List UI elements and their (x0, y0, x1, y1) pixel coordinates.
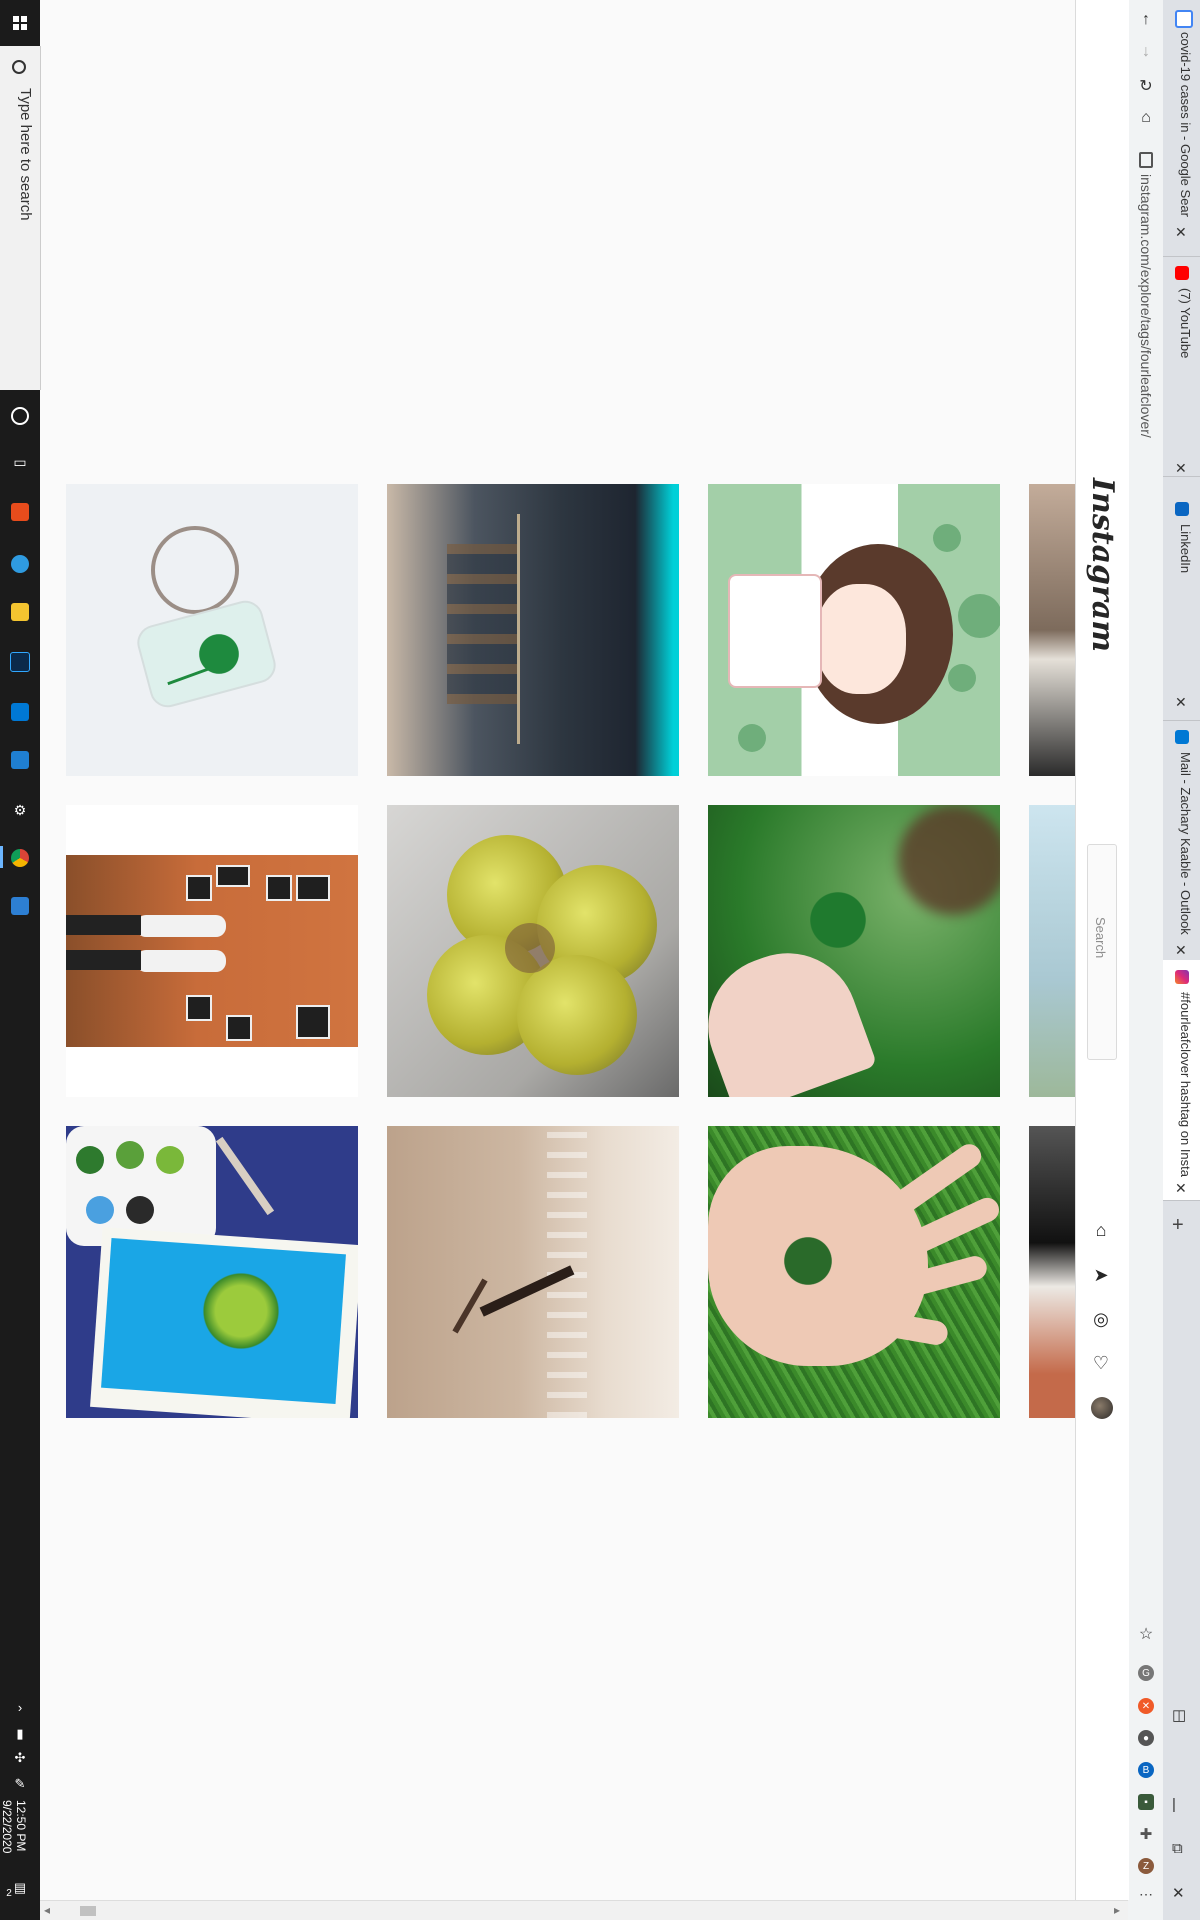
file-explorer-icon[interactable] (8, 600, 32, 624)
tab-close-icon[interactable]: ✕ (1175, 942, 1187, 959)
extension-g-icon[interactable]: G (1138, 1665, 1154, 1681)
search-icon (12, 60, 26, 74)
address-bar[interactable]: instagram.com/explore/tags/fourleafclove… (1136, 150, 1156, 1610)
instagram-icon (1175, 970, 1189, 984)
notification-count-badge: 2 (6, 1888, 12, 1899)
address-url: instagram.com/explore/tags/fourleafclove… (1138, 174, 1154, 438)
tab-title: (7) YouTube (1178, 288, 1193, 359)
tab-close-icon[interactable]: ✕ (1175, 1180, 1187, 1197)
post-palm-with-clover[interactable] (708, 1126, 1000, 1418)
direct-messages-icon[interactable]: ➤ (1090, 1264, 1112, 1286)
tab-close-icon[interactable]: ✕ (1175, 694, 1187, 711)
chrome-icon[interactable] (8, 846, 32, 870)
show-hidden-icons-chevron-icon[interactable]: › (4, 1700, 36, 1715)
post-partial-book[interactable] (1029, 484, 1075, 776)
scroll-right-arrow-icon[interactable]: ▸ (1114, 1903, 1120, 1917)
post-beach-yoga[interactable] (387, 1126, 679, 1418)
post-clover-painting[interactable] (66, 1126, 358, 1418)
tab-google[interactable]: covid-19 cases in - Google Sear ✕ (1163, 0, 1200, 257)
clock-date: 9/22/2020 (0, 1800, 14, 1854)
activity-heart-icon[interactable]: ♡ (1090, 1352, 1112, 1374)
windows-logo-icon (13, 16, 27, 30)
post-dried-yellow-clover[interactable] (387, 805, 679, 1097)
extensions-puzzle-icon[interactable]: ✚ (1138, 1826, 1154, 1843)
youtube-icon (1175, 266, 1189, 280)
post-partial-dog[interactable] (1029, 1126, 1075, 1418)
taskbar-search-box[interactable]: Type here to search (0, 46, 41, 390)
azure-icon[interactable] (8, 700, 32, 724)
home-icon[interactable]: ⌂ (1090, 1219, 1112, 1241)
extension-x-icon[interactable]: ✕ (1138, 1698, 1154, 1714)
profile-avatar[interactable] (1091, 1397, 1113, 1419)
post-couple-photo-wall[interactable] (66, 805, 358, 1097)
linkedin-icon (1175, 502, 1189, 516)
office-icon[interactable] (8, 500, 32, 524)
home-icon[interactable]: ⌂ (1136, 108, 1156, 128)
lock-icon (1139, 152, 1153, 168)
minimize-icon[interactable]: | (1172, 1796, 1176, 1813)
taskbar-search-placeholder: Type here to search (17, 88, 34, 221)
clock-time: 12:50 PM (14, 1800, 28, 1852)
new-tab-button[interactable]: + (1172, 1214, 1184, 1237)
scrollbar-thumb[interactable] (80, 1906, 96, 1916)
restore-icon[interactable]: ⧉ (1172, 1840, 1183, 1857)
active-app-indicator (0, 846, 3, 868)
tab-title: Mail - Zachary Kaable - Outlook (1178, 752, 1193, 935)
extension-screen-icon[interactable]: ▪ (1138, 1794, 1154, 1810)
post-keychain-clover[interactable] (66, 484, 358, 776)
tab-title: covid-19 cases in - Google Sear (1178, 32, 1193, 217)
vscode-icon[interactable] (8, 894, 32, 918)
post-fourleaf-clover-store[interactable] (387, 484, 679, 776)
more-menu-icon[interactable]: ⋯ (1138, 1886, 1154, 1902)
window-close-icon[interactable]: ✕ (1172, 1884, 1185, 1902)
post-anime-girl-clovers[interactable] (708, 484, 1000, 776)
extension-circle-icon[interactable]: ● (1138, 1730, 1154, 1746)
edge-icon[interactable] (8, 552, 32, 576)
outlook-icon (1175, 730, 1189, 744)
taskbar-clock[interactable]: 12:50 PM 9/22/2020 (0, 1800, 28, 1920)
cortana-icon[interactable] (8, 404, 32, 428)
network-icon[interactable]: ✣ (4, 1750, 36, 1766)
instagram-search-input[interactable]: Search (1087, 844, 1117, 1060)
scroll-left-arrow-icon[interactable]: ◂ (44, 1903, 50, 1917)
battery-icon[interactable]: ▮ (4, 1726, 36, 1742)
tab-close-icon[interactable]: ✕ (1175, 460, 1187, 477)
start-button[interactable] (0, 0, 40, 46)
reload-icon[interactable]: ↻ (1136, 76, 1156, 96)
tab-search-icon[interactable]: ◫ (1172, 1706, 1186, 1724)
tab-outlook[interactable]: Mail - Zachary Kaable - Outlook ✕ (1163, 720, 1200, 961)
back-arrow-icon[interactable]: ↑ (1136, 10, 1156, 30)
tab-instagram[interactable]: #fourleafclover hashtag on Insta ✕ (1163, 960, 1200, 1201)
tab-linkedin[interactable]: LinkedIn ✕ (1163, 492, 1200, 721)
volume-icon[interactable]: ✎ (4, 1776, 36, 1792)
remote-desktop-icon[interactable] (8, 748, 32, 772)
task-view-icon[interactable]: ▭ (8, 450, 32, 474)
explore-compass-icon[interactable]: ◎ (1090, 1308, 1112, 1330)
instagram-logo[interactable]: Instagram (1085, 478, 1120, 652)
forward-arrow-icon[interactable]: ↓ (1136, 42, 1156, 62)
windows-taskbar: Type here to search ▭ ⚙ › ▮ ✣ ✎ 12:50 PM… (0, 0, 41, 1920)
tab-title: #fourleafclover hashtag on Insta (1178, 992, 1193, 1178)
tab-close-icon[interactable]: ✕ (1175, 224, 1187, 241)
post-partial-sky[interactable] (1029, 805, 1075, 1097)
profile-avatar-icon[interactable]: Z (1138, 1858, 1154, 1874)
bookmark-star-icon[interactable]: ☆ (1136, 1624, 1156, 1644)
instagram-search-placeholder: Search (1093, 917, 1108, 959)
horizontal-scrollbar[interactable]: ◂ ▸ (40, 1900, 1128, 1920)
extension-b-icon[interactable]: B (1138, 1762, 1154, 1778)
settings-gear-icon[interactable]: ⚙ (8, 798, 32, 822)
google-icon (1175, 10, 1193, 28)
post-hand-holding-clover[interactable] (708, 805, 1000, 1097)
photoshop-icon[interactable] (8, 650, 32, 674)
tab-youtube[interactable]: (7) YouTube ✕ (1163, 256, 1200, 477)
